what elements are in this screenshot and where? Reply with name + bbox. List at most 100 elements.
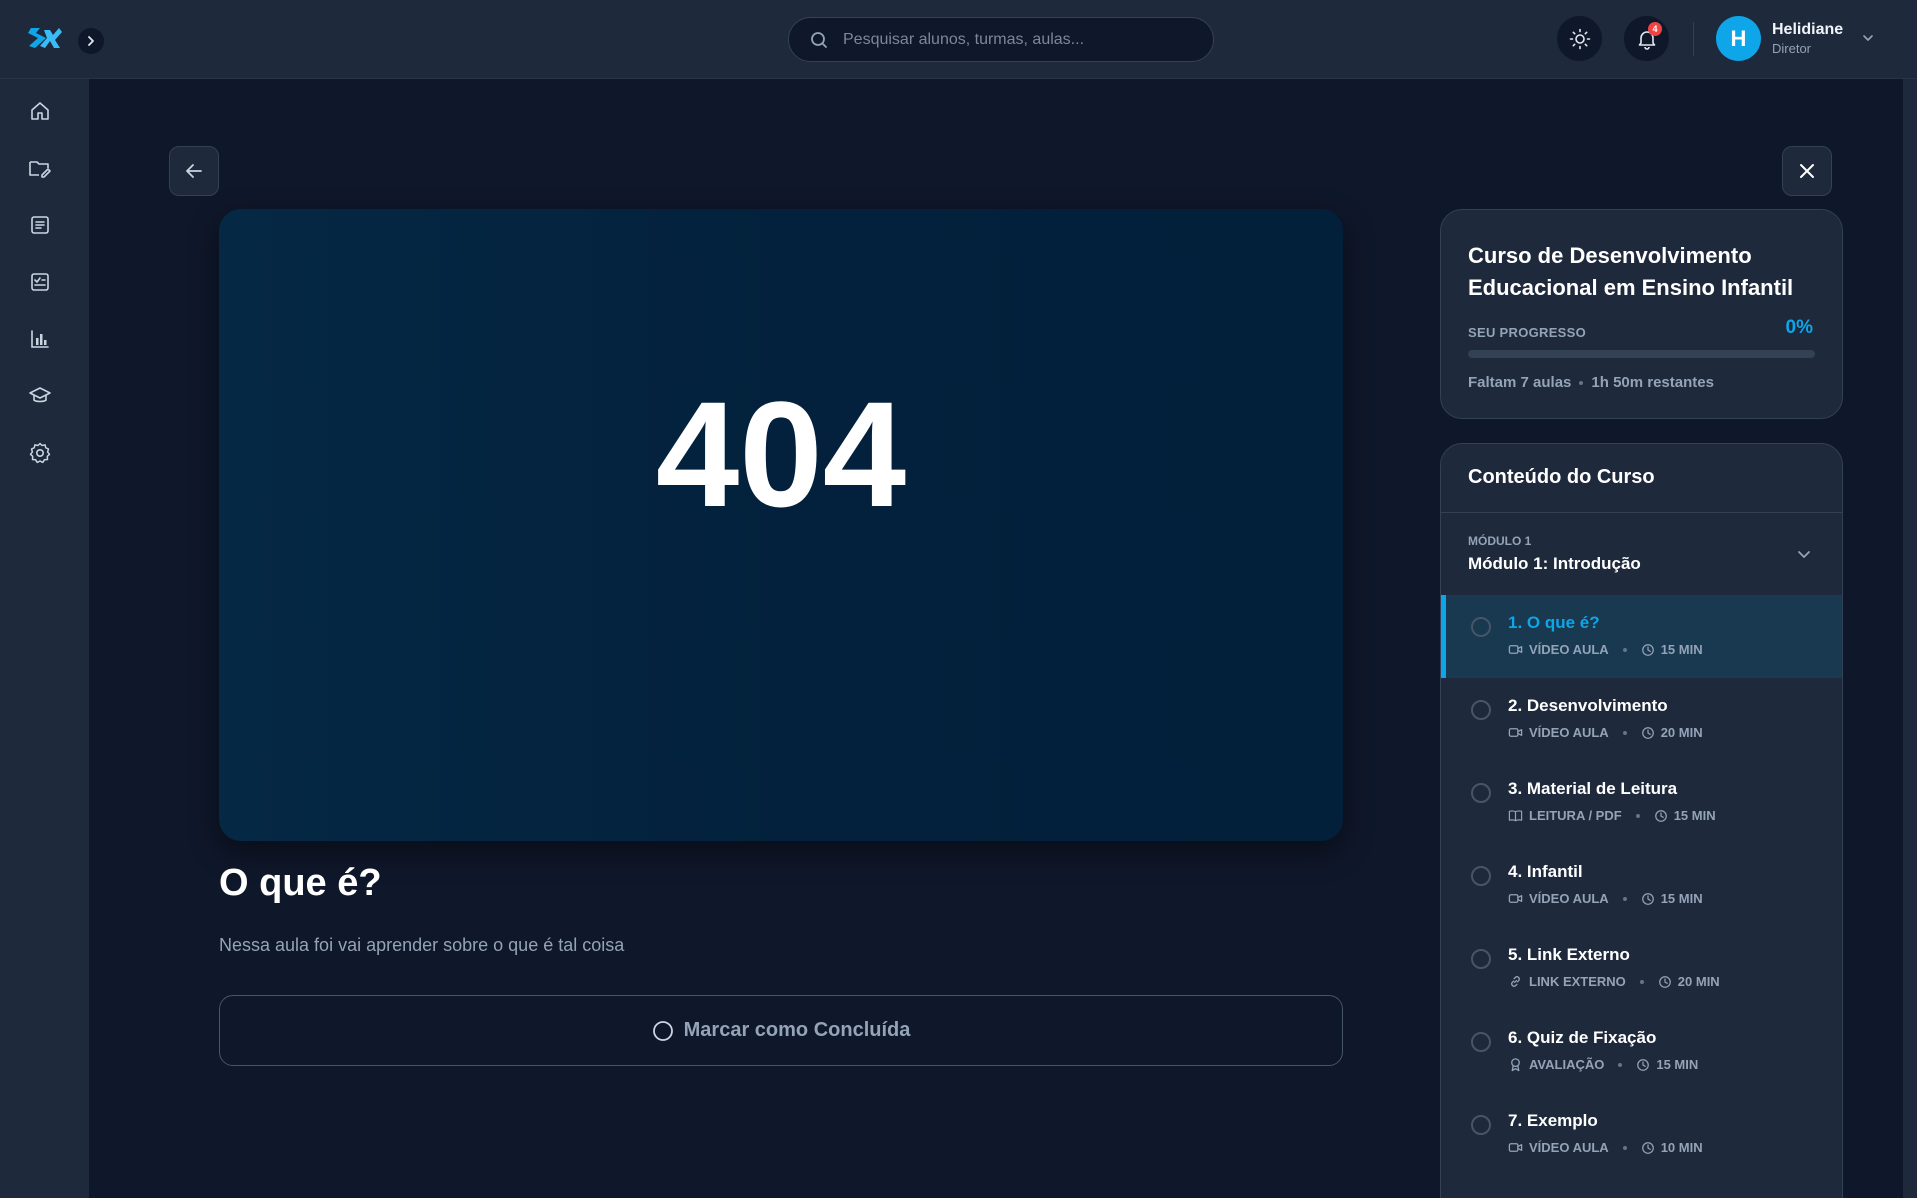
sidebar-item-courses[interactable] xyxy=(24,380,56,412)
scrollbar[interactable] xyxy=(1903,79,1917,1198)
sidebar-item-reports[interactable] xyxy=(24,323,56,355)
lesson-name: 1. O que é? xyxy=(1508,613,1600,632)
award-icon xyxy=(1508,1057,1523,1072)
sidebar-item-home[interactable] xyxy=(24,95,56,127)
separator-dot xyxy=(1635,813,1640,818)
sidebar-item-tasks[interactable] xyxy=(24,266,56,298)
clock-icon xyxy=(1641,892,1655,906)
progress-label: SEU PROGRESSO xyxy=(1468,325,1587,340)
lesson-name: 6. Quiz de Fixação xyxy=(1508,1028,1657,1047)
lesson-status-circle[interactable] xyxy=(1471,1032,1491,1052)
lesson-name: 2. Desenvolvimento xyxy=(1508,696,1668,715)
clock-icon xyxy=(1658,975,1672,989)
sidebar-item-folders[interactable] xyxy=(24,152,56,184)
lesson-type: VÍDEO AULA xyxy=(1529,725,1609,740)
lesson-duration: 15 MIN xyxy=(1673,808,1716,823)
user-role: Diretor xyxy=(1772,41,1812,56)
error-code: 404 xyxy=(655,370,907,538)
lesson-type: VÍDEO AULA xyxy=(1529,1140,1609,1155)
module-label: MÓDULO 1 xyxy=(1468,534,1532,548)
theme-toggle-button[interactable] xyxy=(1557,16,1602,61)
remaining-time: 1h 50m restantes xyxy=(1591,374,1714,391)
lesson-description: Nessa aula foi vai aprender sobre o que … xyxy=(219,935,625,955)
lesson-item[interactable]: 4. Infantil VÍDEO AULA 15 MIN xyxy=(1441,844,1842,927)
separator-dot xyxy=(1579,380,1584,385)
separator-dot xyxy=(1622,730,1627,735)
lesson-type: LEITURA / PDF xyxy=(1529,808,1622,823)
lesson-status-circle[interactable] xyxy=(1471,700,1491,720)
lesson-name: 4. Infantil xyxy=(1508,862,1583,881)
graduation-cap-icon xyxy=(29,387,51,403)
search-icon xyxy=(811,32,827,48)
close-button[interactable] xyxy=(1782,146,1832,196)
folder-edit-icon xyxy=(29,161,51,178)
checklist-icon xyxy=(31,273,49,291)
chevron-down-icon[interactable] xyxy=(1794,544,1814,564)
lesson-meta: LINK EXTERNO 20 MIN xyxy=(1508,974,1720,989)
separator-dot xyxy=(1622,647,1627,652)
home-icon xyxy=(31,102,49,120)
lesson-duration: 20 MIN xyxy=(1677,974,1720,989)
lesson-status-circle[interactable] xyxy=(1471,866,1491,886)
lesson-item[interactable]: 6. Quiz de Fixação AVALIAÇÃO 15 MIN xyxy=(1441,1010,1842,1093)
content-divider xyxy=(1441,512,1842,513)
lesson-name: 3. Material de Leitura xyxy=(1508,779,1678,798)
expand-sidebar-button[interactable] xyxy=(78,28,104,54)
lesson-status-circle[interactable] xyxy=(1471,617,1491,637)
clock-icon xyxy=(1654,809,1668,823)
lesson-item[interactable]: 2. Desenvolvimento VÍDEO AULA 20 MIN xyxy=(1441,678,1842,761)
lesson-meta: LEITURA / PDF 15 MIN xyxy=(1508,808,1716,823)
chevron-right-icon xyxy=(88,36,94,46)
link-icon xyxy=(1508,974,1523,989)
chevron-down-icon[interactable] xyxy=(1860,30,1876,46)
lesson-status-circle[interactable] xyxy=(1471,949,1491,969)
mark-complete-label: Marcar como Concluída xyxy=(683,1019,911,1041)
back-button[interactable] xyxy=(169,146,219,196)
lesson-item[interactable]: 5. Link Externo LINK EXTERNO 20 MIN xyxy=(1441,927,1842,1010)
logo-icon[interactable] xyxy=(26,24,62,52)
progress-card: Curso de Desenvolvimento Educacional em … xyxy=(1440,209,1843,419)
sidebar-item-list[interactable] xyxy=(24,209,56,241)
lesson-meta: AVALIAÇÃO 15 MIN xyxy=(1508,1057,1698,1072)
lesson-status-circle[interactable] xyxy=(1471,1115,1491,1135)
user-name[interactable]: Helidiane xyxy=(1772,21,1843,39)
bar-chart-icon xyxy=(31,330,49,348)
lesson-list: 1. O que é? VÍDEO AULA 15 MIN 2. Desenvolvi… xyxy=(1441,595,1842,1176)
lesson-type: VÍDEO AULA xyxy=(1529,642,1609,657)
avatar[interactable]: H xyxy=(1716,16,1761,61)
lesson-item[interactable]: 3. Material de Leitura LEITURA / PDF 15 MI… xyxy=(1441,761,1842,844)
page-title: O que é? xyxy=(219,862,382,904)
clock-icon xyxy=(1641,643,1655,657)
lesson-meta: VÍDEO AULA 10 MIN xyxy=(1508,1140,1703,1155)
lesson-meta: VÍDEO AULA 20 MIN xyxy=(1508,725,1703,740)
lesson-type: LINK EXTERNO xyxy=(1529,974,1626,989)
video-icon xyxy=(1508,642,1523,657)
lesson-type: VÍDEO AULA xyxy=(1529,891,1609,906)
lesson-name: 5. Link Externo xyxy=(1508,945,1630,964)
lesson-item[interactable]: 7. Exemplo VÍDEO AULA 10 MIN xyxy=(1441,1093,1842,1176)
mark-complete-button[interactable]: Marcar como Concluída xyxy=(219,995,1343,1066)
lesson-duration: 10 MIN xyxy=(1660,1140,1703,1155)
top-bar: 4 H Helidiane Diretor xyxy=(0,0,1917,79)
module-title[interactable]: Módulo 1: Introdução xyxy=(1468,554,1641,574)
course-content-card: Conteúdo do Curso MÓDULO 1 Módulo 1: Int… xyxy=(1440,443,1843,1198)
lesson-meta: VÍDEO AULA 15 MIN xyxy=(1508,891,1703,906)
gear-icon xyxy=(29,442,51,464)
search-bar xyxy=(788,17,1214,62)
separator-dot xyxy=(1639,979,1644,984)
search-input[interactable] xyxy=(843,18,1203,61)
sidebar-item-settings[interactable] xyxy=(24,437,56,469)
lesson-status-circle[interactable] xyxy=(1471,783,1491,803)
separator-dot xyxy=(1618,1062,1623,1067)
remaining-lessons: Faltam 7 aulas xyxy=(1468,374,1572,391)
header-divider xyxy=(1693,22,1694,56)
lesson-type: AVALIAÇÃO xyxy=(1529,1057,1605,1072)
sidebar xyxy=(0,79,89,1198)
notifications-button[interactable]: 4 xyxy=(1624,16,1669,61)
lesson-item[interactable]: 1. O que é? VÍDEO AULA 15 MIN xyxy=(1441,595,1842,678)
separator-dot xyxy=(1622,896,1627,901)
course-title: Curso de Desenvolvimento Educacional em … xyxy=(1468,243,1794,300)
video-player[interactable]: 404 xyxy=(219,209,1343,841)
video-icon xyxy=(1508,1140,1523,1155)
clock-icon xyxy=(1636,1058,1650,1072)
